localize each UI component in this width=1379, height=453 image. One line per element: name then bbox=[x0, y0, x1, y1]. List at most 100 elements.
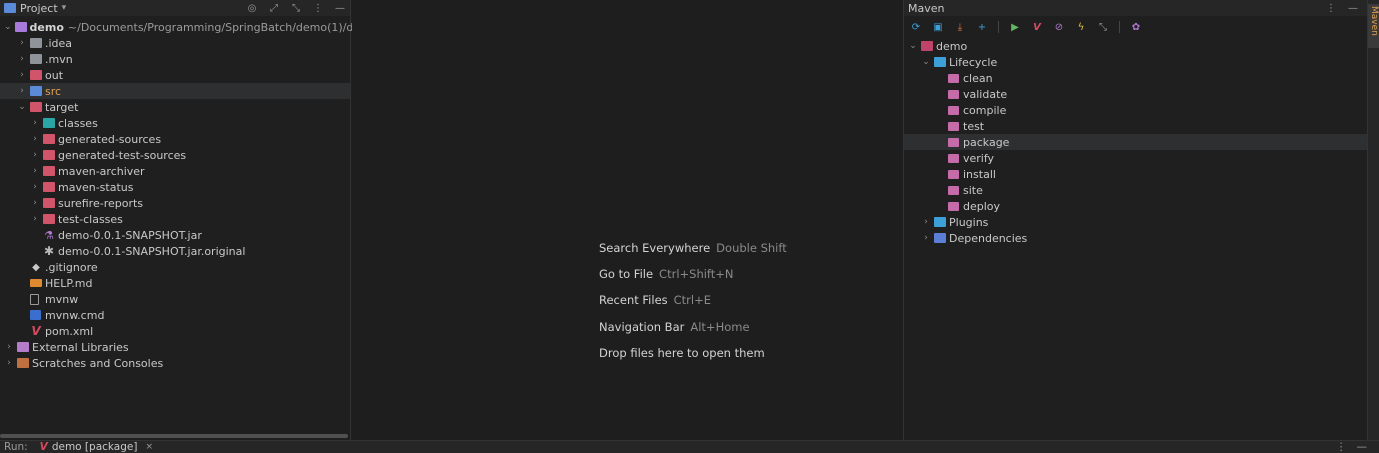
lifecycle-goal[interactable]: test bbox=[904, 118, 1367, 134]
tree-item[interactable]: › generated-sources bbox=[0, 131, 350, 147]
tree-item-label: .mvn bbox=[45, 52, 73, 66]
tree-item-label: demo-0.0.1-SNAPSHOT.jar.original bbox=[58, 244, 246, 258]
lifecycle-goal[interactable]: site bbox=[904, 182, 1367, 198]
lifecycle-goal[interactable]: verify bbox=[904, 150, 1367, 166]
tree-item[interactable]: › classes bbox=[0, 115, 350, 131]
tree-item[interactable]: mvnw bbox=[0, 291, 350, 307]
plugins-label: Plugins bbox=[949, 215, 989, 229]
tree-item[interactable]: › .mvn bbox=[0, 51, 350, 67]
scratches-icon bbox=[17, 358, 29, 368]
chevron-down-icon[interactable]: ⌄ bbox=[921, 57, 931, 67]
tree-item-target[interactable]: ⌄ target bbox=[0, 99, 350, 115]
chevron-right-icon[interactable]: › bbox=[17, 86, 27, 96]
toolbar-divider bbox=[1119, 21, 1120, 33]
more-icon[interactable]: ⋮ bbox=[1325, 3, 1337, 14]
close-icon[interactable]: × bbox=[145, 442, 153, 452]
tree-item[interactable]: ✱ demo-0.0.1-SNAPSHOT.jar.original bbox=[0, 243, 350, 259]
tree-item-src[interactable]: › src bbox=[0, 83, 350, 99]
tree-item[interactable]: › surefire-reports bbox=[0, 195, 350, 211]
collapse-icon[interactable]: ⤡ bbox=[290, 3, 302, 14]
chevron-down-icon[interactable]: ▾ bbox=[62, 3, 67, 13]
tree-item-scratches[interactable]: › Scratches and Consoles bbox=[0, 355, 350, 371]
hint-key: Double Shift bbox=[716, 241, 787, 256]
chevron-right-icon[interactable]: › bbox=[4, 358, 14, 368]
tree-item-demo-root[interactable]: ⌄ demo ~/Documents/Programming/SpringBat… bbox=[0, 19, 378, 35]
reload-icon[interactable]: ⟳ bbox=[910, 21, 922, 33]
tree-item[interactable]: › test-classes bbox=[0, 211, 350, 227]
tree-item-external-libraries[interactable]: › External Libraries bbox=[0, 339, 350, 355]
add-project-icon[interactable]: ▣ bbox=[932, 21, 944, 33]
maven-dependencies[interactable]: › Dependencies bbox=[904, 230, 1367, 246]
minimize-icon[interactable]: — bbox=[1347, 3, 1359, 14]
target-icon[interactable]: ◎ bbox=[246, 3, 258, 14]
lifecycle-goal[interactable]: compile bbox=[904, 102, 1367, 118]
hint-search-everywhere: Search Everywhere Double Shift bbox=[599, 235, 787, 261]
plus-icon[interactable]: + bbox=[976, 21, 988, 33]
chevron-down-icon[interactable]: ⌄ bbox=[908, 41, 918, 51]
run-icon[interactable]: ▶ bbox=[1009, 21, 1021, 33]
minimize-icon[interactable]: — bbox=[1357, 441, 1368, 453]
tree-item[interactable]: › out bbox=[0, 67, 350, 83]
chevron-right-icon[interactable]: › bbox=[30, 118, 40, 128]
library-icon bbox=[17, 342, 29, 352]
skip-tests-icon[interactable]: V bbox=[1031, 21, 1043, 33]
chevron-right-icon[interactable]: › bbox=[17, 70, 27, 80]
run-tab[interactable]: V demo [package] × bbox=[40, 441, 153, 453]
tree-item-label: surefire-reports bbox=[58, 196, 144, 210]
maven-plugins[interactable]: › Plugins bbox=[904, 214, 1367, 230]
project-title[interactable]: Project bbox=[20, 2, 58, 15]
chevron-right-icon[interactable]: › bbox=[30, 134, 40, 144]
tree-item[interactable]: V pom.xml bbox=[0, 323, 350, 339]
root-path: ~/Documents/Programming/SpringBatch/demo… bbox=[67, 20, 378, 34]
goal-label: deploy bbox=[963, 199, 1001, 213]
toggle-offline-icon[interactable]: ⊘ bbox=[1053, 21, 1065, 33]
maven-lifecycle[interactable]: ⌄ Lifecycle bbox=[904, 54, 1367, 70]
chevron-down-icon[interactable]: ⌄ bbox=[4, 22, 12, 32]
chevron-right-icon[interactable]: › bbox=[30, 150, 40, 160]
settings-icon[interactable]: ✿ bbox=[1130, 21, 1142, 33]
tree-item[interactable]: › maven-status bbox=[0, 179, 350, 195]
chevron-right-icon[interactable]: › bbox=[30, 198, 40, 208]
chevron-right-icon[interactable]: › bbox=[921, 233, 931, 243]
tree-item[interactable]: HELP.md bbox=[0, 275, 350, 291]
tree-item-label: test-classes bbox=[58, 212, 123, 226]
tree-item[interactable]: › .idea bbox=[0, 35, 350, 51]
lifecycle-goal[interactable]: clean bbox=[904, 70, 1367, 86]
lifecycle-goal[interactable]: validate bbox=[904, 86, 1367, 102]
maven-project-demo[interactable]: ⌄ demo bbox=[904, 38, 1367, 54]
collapse-all-icon[interactable]: ⤡ bbox=[1097, 21, 1109, 33]
goal-icon bbox=[948, 89, 959, 99]
run-tab-label: demo [package] bbox=[51, 441, 138, 453]
chevron-right-icon[interactable]: › bbox=[921, 217, 931, 227]
tree-item[interactable]: mvnw.cmd bbox=[0, 307, 350, 323]
tree-item[interactable]: ⚗ demo-0.0.1-SNAPSHOT.jar bbox=[0, 227, 350, 243]
maven-icon: V bbox=[39, 441, 48, 453]
tree-item-label: out bbox=[45, 68, 64, 82]
maven-tool-tab[interactable]: Maven bbox=[1368, 4, 1379, 48]
chevron-right-icon[interactable]: › bbox=[30, 214, 40, 224]
expand-icon[interactable]: ⤢ bbox=[268, 3, 280, 14]
chevron-right-icon[interactable]: › bbox=[30, 182, 40, 192]
chevron-right-icon[interactable]: › bbox=[17, 54, 27, 64]
lifecycle-goal[interactable]: deploy bbox=[904, 198, 1367, 214]
tree-item-label: External Libraries bbox=[32, 340, 129, 354]
chevron-down-icon[interactable]: ⌄ bbox=[17, 102, 27, 112]
folder-icon bbox=[43, 182, 55, 192]
lightning-icon[interactable]: ϟ bbox=[1075, 21, 1087, 33]
tree-item[interactable]: › maven-archiver bbox=[0, 163, 350, 179]
more-icon[interactable]: ⋮ bbox=[312, 3, 324, 14]
chevron-right-icon[interactable]: › bbox=[4, 342, 14, 352]
download-icon[interactable]: ⤓ bbox=[954, 21, 966, 33]
horizontal-scrollbar[interactable] bbox=[0, 434, 348, 438]
tree-item[interactable]: ◆ .gitignore bbox=[0, 259, 350, 275]
maven-root-label: demo bbox=[936, 39, 968, 53]
lifecycle-goal-selected[interactable]: package bbox=[904, 134, 1367, 150]
goal-label: site bbox=[963, 183, 983, 197]
chevron-right-icon[interactable]: › bbox=[30, 166, 40, 176]
plugins-folder-icon bbox=[934, 217, 946, 227]
tree-item[interactable]: › generated-test-sources bbox=[0, 147, 350, 163]
minimize-icon[interactable]: — bbox=[334, 3, 346, 14]
lifecycle-goal[interactable]: install bbox=[904, 166, 1367, 182]
more-icon[interactable]: ⋮ bbox=[1336, 441, 1347, 453]
chevron-right-icon[interactable]: › bbox=[17, 38, 27, 48]
